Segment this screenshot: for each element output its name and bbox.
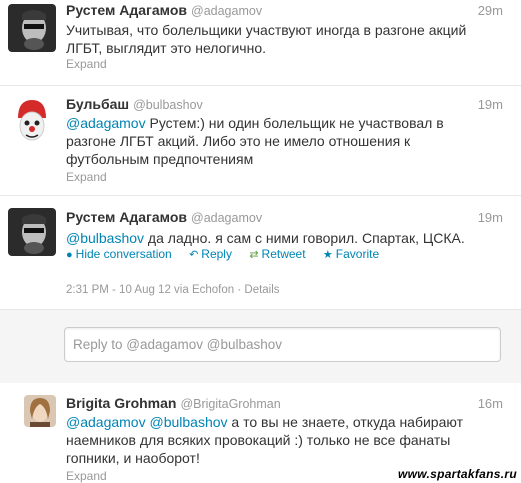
mention-link[interactable]: @bulbashov [66, 230, 144, 246]
tweet[interactable]: Бульбаш @bulbashov 19m @adagamov Рустем:)… [0, 86, 521, 196]
tweet-text: Учитывая, что болельщики участвуют иногд… [66, 22, 467, 56]
tweet-text: @bulbashov да ладно. я сам с ними говори… [66, 230, 465, 246]
tweet[interactable]: Рустем Адагамов @adagamov 29m Учитывая, ч… [0, 0, 521, 86]
author-name[interactable]: Бульбаш @bulbashov [66, 96, 203, 112]
mention-link[interactable]: @bulbashov [149, 414, 227, 430]
tweet-text: @adagamov Рустем:) ни один болельщик не … [66, 115, 444, 167]
expand-link[interactable]: Expand [66, 469, 107, 483]
tweet-timestamp[interactable]: 2:31 PM - 10 Aug 12 [66, 284, 171, 296]
star-icon: ★ [322, 249, 333, 261]
author-handle[interactable]: @bulbashov [133, 98, 203, 112]
author-handle[interactable]: @adagamov [191, 211, 262, 225]
reply-input[interactable]: Reply to @adagamov @bulbashov [64, 327, 501, 362]
details-link[interactable]: Details [244, 284, 279, 296]
retweet-icon: ⇄ [249, 249, 259, 261]
avatar[interactable] [24, 395, 56, 427]
author-name[interactable]: Рустем Адагамов @adagamov [66, 2, 262, 18]
reply-button[interactable]: ↶ Reply [189, 247, 232, 261]
client-link[interactable]: Echofon [192, 284, 234, 296]
tweet-time[interactable]: 16m [478, 396, 503, 411]
chat-bubble-icon: ● [66, 249, 73, 261]
expand-link[interactable]: Expand [66, 57, 107, 71]
avatar[interactable] [8, 208, 56, 256]
tweet-time[interactable]: 19m [478, 97, 503, 112]
avatar[interactable] [8, 4, 56, 52]
avatar[interactable] [8, 96, 56, 144]
tweet-actions: ● Hide conversation ↶ Reply ⇄ Retweet ★ Favo… [66, 247, 393, 261]
hide-conversation-button[interactable]: ● Hide conversation [66, 247, 172, 261]
author-name[interactable]: Рустем Адагамов @adagamov [66, 209, 262, 225]
author-name[interactable]: Brigita Grohman @BrigitaGrohman [66, 395, 281, 411]
author-handle[interactable]: @adagamov [191, 4, 262, 18]
author-handle[interactable]: @BrigitaGrohman [180, 397, 280, 411]
tweet-meta: 2:31 PM - 10 Aug 12 via Echofon · Detail… [66, 284, 280, 296]
retweet-button[interactable]: ⇄ Retweet [249, 247, 305, 261]
tweet-time[interactable]: 29m [478, 3, 503, 18]
watermark: www.spartakfans.ru [398, 467, 517, 481]
expand-link[interactable]: Expand [66, 170, 107, 184]
favorite-button[interactable]: ★ Favorite [323, 247, 379, 261]
mention-link[interactable]: @adagamov [66, 115, 146, 131]
tweet-text: @adagamov @bulbashov а то вы не знаете, … [66, 414, 463, 466]
reply-arrow-icon: ↶ [189, 249, 199, 261]
tweet-time[interactable]: 19m [478, 210, 503, 225]
mention-link[interactable]: @adagamov [66, 414, 146, 430]
